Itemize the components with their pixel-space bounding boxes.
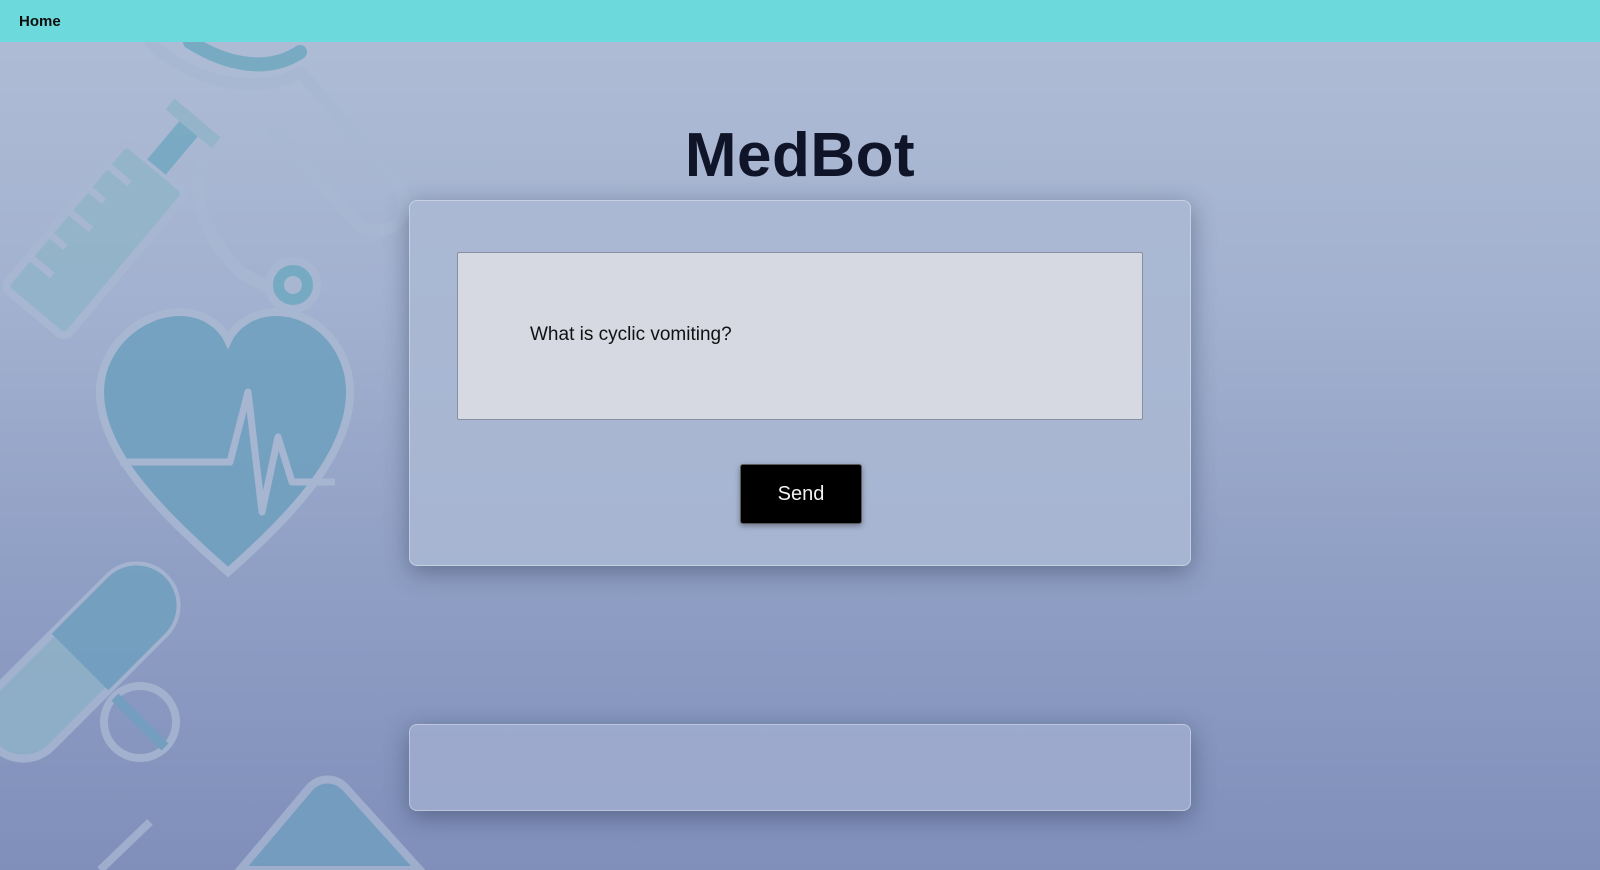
response-panel [409,724,1191,811]
send-button[interactable]: Send [740,464,862,524]
first-aid-kit-icon [97,775,426,870]
question-input[interactable]: What is cyclic vomiting? [457,252,1143,420]
heart-pulse-icon [95,307,355,578]
chat-input-card: What is cyclic vomiting? Send [409,200,1191,566]
nav-home-link[interactable]: Home [19,13,61,30]
pill-capsule-icon [0,561,181,763]
page-title: MedBot [684,121,916,190]
top-navbar: Home [0,0,1600,42]
